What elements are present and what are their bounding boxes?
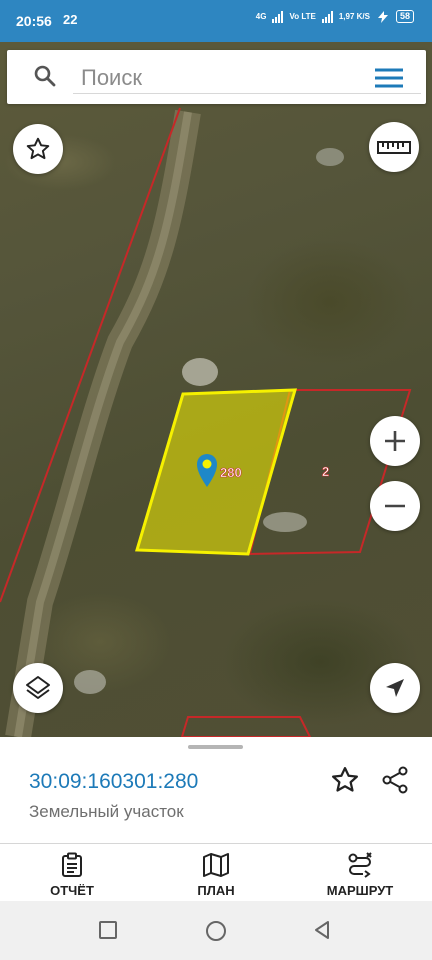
dirt-road [5, 109, 201, 737]
bottom-navigation: ОТЧЁТ ПЛАН МАРШРУТ [0, 843, 432, 901]
ruler-icon [377, 141, 411, 154]
report-icon [62, 852, 82, 877]
share-icon[interactable] [380, 765, 410, 795]
favorite-star-icon[interactable] [330, 765, 360, 795]
status-time: 20:56 [16, 13, 52, 29]
system-navigation-bar [0, 901, 432, 960]
cadastral-number[interactable]: 30:09:160301:280 [29, 770, 198, 794]
parcel-type: Земельный участок [29, 802, 184, 821]
star-icon [26, 137, 50, 160]
zoom-in-button[interactable] [370, 416, 420, 466]
zoom-out-button[interactable] [370, 481, 420, 531]
navigation-arrow-icon [386, 679, 404, 697]
my-location-button[interactable] [370, 663, 420, 713]
battery-indicator: 58 [395, 10, 414, 23]
layers-icon [26, 676, 50, 699]
nav-report-label: ОТЧЁТ [50, 883, 94, 898]
notification-indicator: 22 [63, 12, 78, 27]
sheet-drag-handle[interactable] [188, 745, 243, 749]
nav-plan[interactable]: ПЛАН [161, 852, 271, 898]
home-icon[interactable] [205, 920, 227, 942]
back-icon[interactable] [312, 920, 332, 940]
layers-button[interactable] [13, 663, 63, 713]
selected-parcel-label: 280 [220, 465, 242, 480]
charging-icon [377, 10, 388, 23]
nav-report[interactable]: ОТЧЁТ [17, 852, 127, 898]
parcel-info-sheet[interactable]: 30:09:160301:280 Земельный участок [0, 737, 432, 843]
status-bar: 20:56 22 4G Vo LTE 1,97 K/S 58 [0, 0, 432, 42]
menu-icon[interactable] [374, 67, 404, 89]
search-bar [7, 50, 426, 104]
search-icon[interactable] [33, 64, 57, 88]
nav-route-label: МАРШРУТ [326, 883, 394, 898]
recent-apps-icon[interactable] [98, 920, 118, 940]
network-type-1: 4G [255, 12, 267, 21]
signal-icon [272, 10, 284, 23]
ruler-button[interactable] [369, 122, 419, 172]
zoom-in-icon [385, 431, 405, 451]
signal-icon-2 [321, 10, 333, 23]
nav-route[interactable]: МАРШРУТ [305, 852, 415, 898]
parcel-boundary-bottom[interactable] [180, 716, 312, 737]
satellite-map[interactable]: 280 2 [0, 42, 432, 737]
neighbor-parcel-label: 2 [322, 464, 329, 479]
zoom-out-icon [385, 504, 405, 508]
parcel-overlay: 280 2 [0, 107, 412, 737]
map-icon [203, 853, 229, 877]
route-icon [348, 852, 372, 878]
network-type-2: Vo LTE [289, 12, 316, 21]
favorite-map-button[interactable] [13, 124, 63, 174]
search-input[interactable] [73, 62, 421, 94]
network-speed: 1,97 K/S [338, 12, 370, 21]
nav-plan-label: ПЛАН [197, 883, 235, 898]
status-icons: 4G Vo LTE 1,97 K/S 58 [256, 10, 414, 23]
